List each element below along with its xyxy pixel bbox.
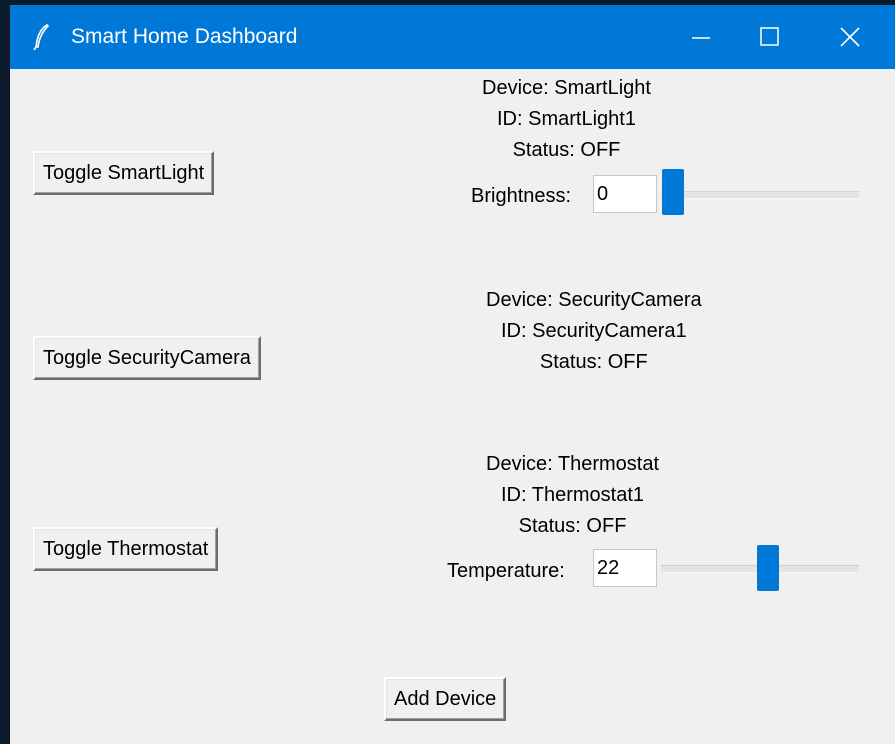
brightness-value[interactable]: 0 (593, 175, 657, 213)
temperature-value[interactable]: 22 (593, 549, 657, 587)
device-name-label: Device: Thermostat (486, 453, 660, 475)
device-id-label: ID: SecurityCamera1 (501, 320, 687, 342)
device-status-label: Status: OFF (518, 515, 627, 537)
toggle-thermostat-button[interactable]: Toggle Thermostat (33, 527, 219, 571)
close-icon (840, 27, 860, 47)
smartlight-info: Device: SmartLight ID: SmartLight1 Statu… (482, 73, 651, 166)
brightness-slider-handle[interactable] (662, 169, 684, 215)
toggle-securitycamera-button[interactable]: Toggle SecurityCamera (33, 336, 261, 380)
close-button[interactable] (821, 5, 879, 69)
brightness-label: Brightness: (471, 185, 572, 207)
brightness-slider-track[interactable] (661, 191, 859, 199)
title-bar[interactable]: Smart Home Dashboard (10, 5, 895, 69)
securitycamera-info: Device: SecurityCamera ID: SecurityCamer… (486, 285, 702, 378)
device-status-label: Status: OFF (512, 139, 621, 161)
thermostat-info: Device: Thermostat ID: Thermostat1 Statu… (486, 449, 659, 542)
device-name-label: Device: SecurityCamera (486, 289, 702, 311)
add-device-button[interactable]: Add Device (384, 677, 507, 721)
device-status-label: Status: OFF (539, 351, 648, 373)
toggle-smartlight-button[interactable]: Toggle SmartLight (33, 151, 215, 195)
device-name-label: Device: SmartLight (482, 77, 651, 99)
device-id-label: ID: Thermostat1 (501, 484, 645, 506)
maximize-button[interactable] (741, 5, 799, 69)
minimize-button[interactable] (672, 5, 730, 69)
temperature-slider-handle[interactable] (757, 545, 779, 591)
window-title: Smart Home Dashboard (71, 25, 298, 48)
maximize-icon (760, 27, 779, 46)
app-window: Smart Home Dashboard Toggle SmartLight D… (10, 5, 895, 744)
minimize-icon (692, 37, 710, 39)
device-id-label: ID: SmartLight1 (497, 108, 636, 130)
temperature-label: Temperature: (447, 560, 565, 582)
feather-icon (33, 24, 50, 51)
